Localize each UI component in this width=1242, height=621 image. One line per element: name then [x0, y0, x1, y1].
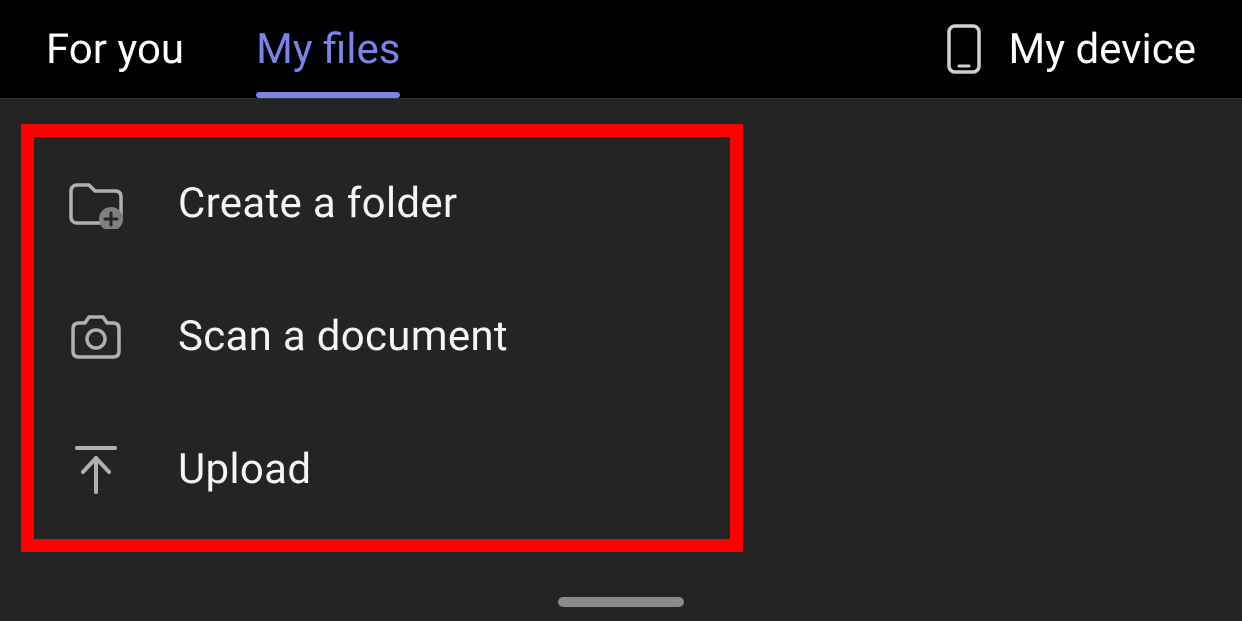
home-indicator[interactable] — [558, 597, 684, 607]
tab-bar: For you My files My device — [0, 0, 1242, 98]
tab-for-you[interactable]: For you — [46, 0, 184, 98]
my-device-link[interactable]: My device — [943, 0, 1196, 98]
tab-bar-left: For you My files — [46, 0, 400, 98]
phone-icon — [943, 21, 985, 77]
tab-my-files[interactable]: My files — [256, 0, 400, 98]
menu-item-upload-label: Upload — [178, 445, 311, 494]
menu-item-scan-document-label: Scan a document — [178, 312, 508, 361]
menu-item-create-folder[interactable]: Create a folder — [60, 137, 704, 270]
folder-plus-icon — [66, 174, 126, 234]
menu-item-upload[interactable]: Upload — [60, 403, 704, 536]
tab-for-you-label: For you — [46, 25, 184, 74]
bottom-sheet: Create a folder Scan a document Upload — [0, 99, 1242, 621]
actions-menu-highlighted: Create a folder Scan a document Upload — [21, 124, 743, 552]
menu-item-scan-document[interactable]: Scan a document — [60, 270, 704, 403]
my-device-label: My device — [1009, 25, 1196, 74]
menu-item-create-folder-label: Create a folder — [178, 179, 457, 228]
tab-my-files-label: My files — [256, 25, 400, 74]
upload-icon — [66, 440, 126, 500]
camera-icon — [66, 307, 126, 367]
